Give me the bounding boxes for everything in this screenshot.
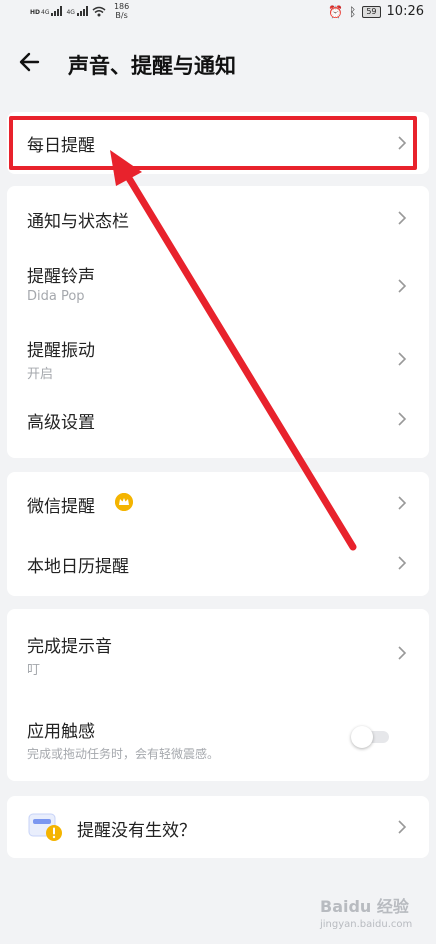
- network-gen-label: 4G: [41, 9, 50, 16]
- status-right: ⏰ ᛒ 59 10:26: [328, 4, 424, 19]
- list-item-label: 提醒铃声: [27, 267, 95, 287]
- chevron-right-icon: [398, 412, 407, 426]
- help-card: 提醒没有生效？: [7, 796, 429, 858]
- speed-unit: B/s: [115, 11, 128, 20]
- list-item-sub: Dida Pop: [27, 289, 85, 304]
- speed-value: 186: [113, 2, 130, 11]
- back-arrow-icon[interactable]: [16, 48, 44, 76]
- watermark-brand: Baidu 经验: [320, 897, 409, 916]
- list-item-label: 应用触感: [27, 722, 95, 742]
- wifi-icon: [92, 6, 106, 16]
- reminder-warning-icon: [28, 813, 62, 841]
- list-item-label: 高级设置: [27, 413, 95, 433]
- toggle-knob: [351, 726, 373, 748]
- bluetooth-icon: ᛒ: [349, 4, 357, 19]
- list-item-wechat-reminder[interactable]: 微信提醒: [7, 472, 429, 532]
- list-item-sub: 开启: [27, 367, 54, 382]
- general-settings-card: 通知与状态栏 提醒铃声 Dida Pop 提醒振动 开启 高级设置: [7, 186, 429, 458]
- chevron-right-icon: [398, 352, 407, 366]
- list-item-reminder-ringtone[interactable]: 提醒铃声 Dida Pop: [7, 250, 429, 324]
- network-gen-label-2: 4G: [66, 9, 75, 16]
- help-row[interactable]: 提醒没有生效？: [7, 796, 429, 858]
- status-bar: HD 4G 4G 186 B/s ⏰ ᛒ 59 10:26: [0, 0, 436, 24]
- page-title: 声音、提醒与通知: [68, 54, 236, 78]
- list-item-haptic: 应用触感 完成或拖动任务时，会有轻微震感。: [7, 691, 429, 781]
- alarm-icon: ⏰: [328, 4, 344, 19]
- hd-label: HD: [30, 9, 41, 16]
- chevron-right-icon: [398, 496, 407, 510]
- chevron-right-icon: [398, 279, 407, 293]
- signal-bars-icon-2: [76, 6, 88, 16]
- status-time: 10:26: [386, 4, 424, 19]
- list-item-advanced-settings[interactable]: 高级设置: [7, 396, 429, 458]
- highlight-annotation-box: [9, 116, 417, 170]
- completion-card: 完成提示音 叮 应用触感 完成或拖动任务时，会有轻微震感。: [7, 609, 429, 781]
- header: 声音、提醒与通知: [0, 40, 436, 86]
- signal-2: 4G: [66, 6, 88, 16]
- help-label: 提醒没有生效？: [77, 821, 196, 841]
- signal-bars-icon: [51, 6, 63, 16]
- list-item-notification-statusbar[interactable]: 通知与状态栏: [7, 186, 429, 250]
- integration-card: 微信提醒 本地日历提醒: [7, 472, 429, 596]
- list-item-sub: 叮: [27, 663, 41, 678]
- vip-crown-icon: [115, 493, 133, 511]
- chevron-right-icon: [398, 820, 407, 834]
- list-item-completion-sound[interactable]: 完成提示音 叮: [7, 609, 429, 691]
- list-item-label: 提醒振动: [27, 341, 95, 361]
- watermark-url: jingyan.baidu.com: [320, 919, 413, 930]
- network-speed: 186 B/s: [114, 2, 129, 20]
- chevron-right-icon: [398, 646, 407, 660]
- signal-1: HD 4G: [30, 6, 63, 16]
- battery-icon: 59: [362, 5, 381, 18]
- chevron-right-icon: [398, 556, 407, 570]
- chevron-right-icon: [398, 211, 407, 225]
- list-item-label: 本地日历提醒: [27, 557, 129, 577]
- list-item-label: 微信提醒: [27, 497, 95, 517]
- list-item-label: 通知与状态栏: [27, 212, 129, 232]
- list-item-local-calendar[interactable]: 本地日历提醒: [7, 532, 429, 596]
- list-item-sub: 完成或拖动任务时，会有轻微震感。: [27, 747, 220, 761]
- watermark: Baidu 经验 jingyan.baidu.com: [320, 898, 412, 934]
- status-left: HD 4G 4G 186 B/s: [30, 2, 129, 20]
- haptic-toggle[interactable]: [351, 726, 389, 748]
- list-item-label: 完成提示音: [27, 637, 112, 657]
- list-item-reminder-vibration[interactable]: 提醒振动 开启: [7, 324, 429, 396]
